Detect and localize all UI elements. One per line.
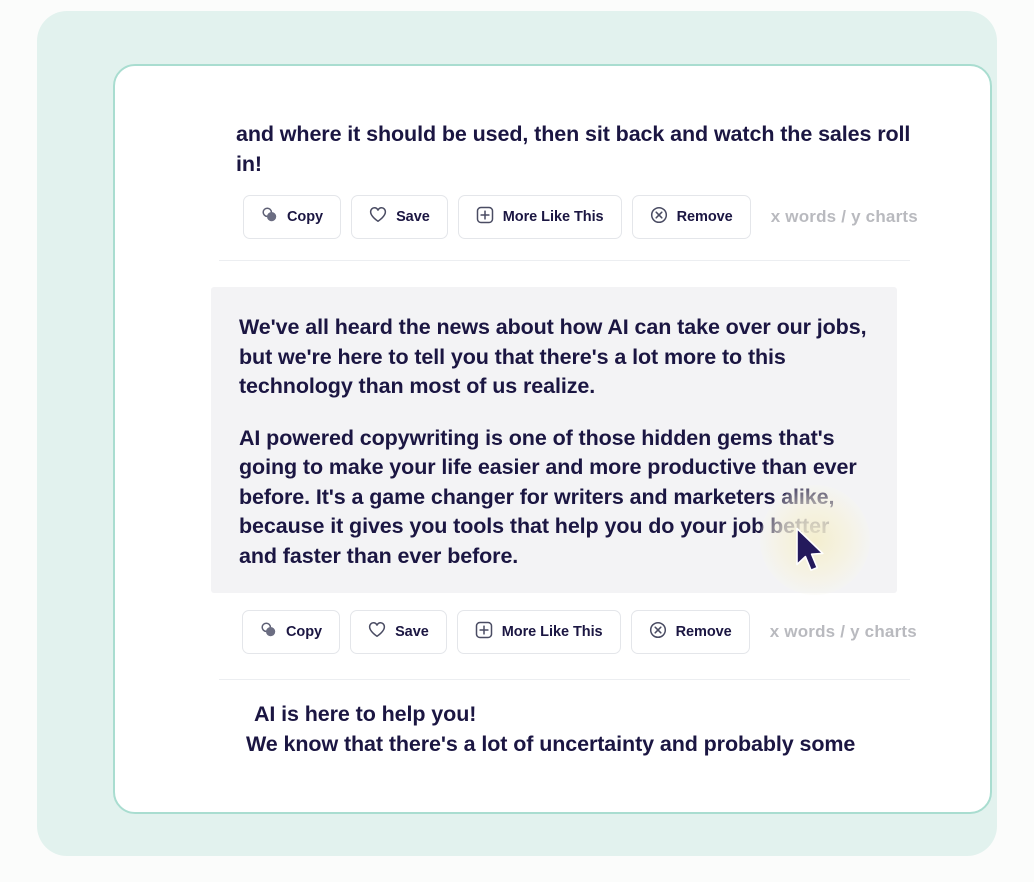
heart-icon [368,621,386,643]
more-like-this-button-label: More Like This [502,209,604,225]
remove-button[interactable]: Remove [631,195,751,239]
card-inner: and where it should be used, then sit ba… [115,66,990,812]
remove-button-2[interactable]: Remove [630,610,750,654]
copy-button-label: Copy [286,624,323,640]
action-row-top: Copy Save More Like This Remove x words … [243,195,918,239]
x-circle-icon [649,621,667,644]
highlighted-text-block[interactable]: We've all heard the news about how AI ca… [211,287,897,593]
more-like-this-button-2[interactable]: More Like This [456,610,621,654]
top-paragraph: and where it should be used, then sit ba… [236,122,911,176]
plus-square-icon [475,621,493,644]
more-like-this-button[interactable]: More Like This [457,195,622,239]
heart-icon [369,206,387,228]
save-button-label: Save [396,209,430,225]
content-card: and where it should be used, then sit ba… [113,64,992,814]
remove-button-label: Remove [676,209,733,225]
highlight-paragraph-2: AI powered copywriting is one of those h… [239,425,857,568]
save-button-label: Save [395,624,429,640]
save-button-2[interactable]: Save [350,610,447,654]
action-row-bottom: Copy Save More Like This Remove x words … [242,610,917,654]
copy-button[interactable]: Copy [243,195,342,239]
bottom-paragraph: AI is here to help you! We know that the… [246,700,946,759]
remove-button-label: Remove [675,624,732,640]
word-chart-counter-top: x words / y charts [770,207,918,226]
plus-square-icon [476,206,494,229]
outer-mint-panel: and where it should be used, then sit ba… [37,11,997,856]
highlight-paragraph-1: We've all heard the news about how AI ca… [239,315,867,398]
divider-top [219,260,910,261]
copy-button-label: Copy [287,209,324,225]
x-circle-icon [650,206,668,229]
divider-bottom [219,679,910,680]
save-button[interactable]: Save [351,195,448,239]
copy-icon [260,621,277,643]
more-like-this-button-label: More Like This [501,624,603,640]
bottom-paragraph-line-1: AI is here to help you! [254,702,477,726]
copy-icon [261,206,278,228]
word-chart-counter-bottom: x words / y charts [769,622,917,641]
bottom-paragraph-line-2: We know that there's a lot of uncertaint… [246,731,856,756]
copy-button-2[interactable]: Copy [242,610,341,654]
